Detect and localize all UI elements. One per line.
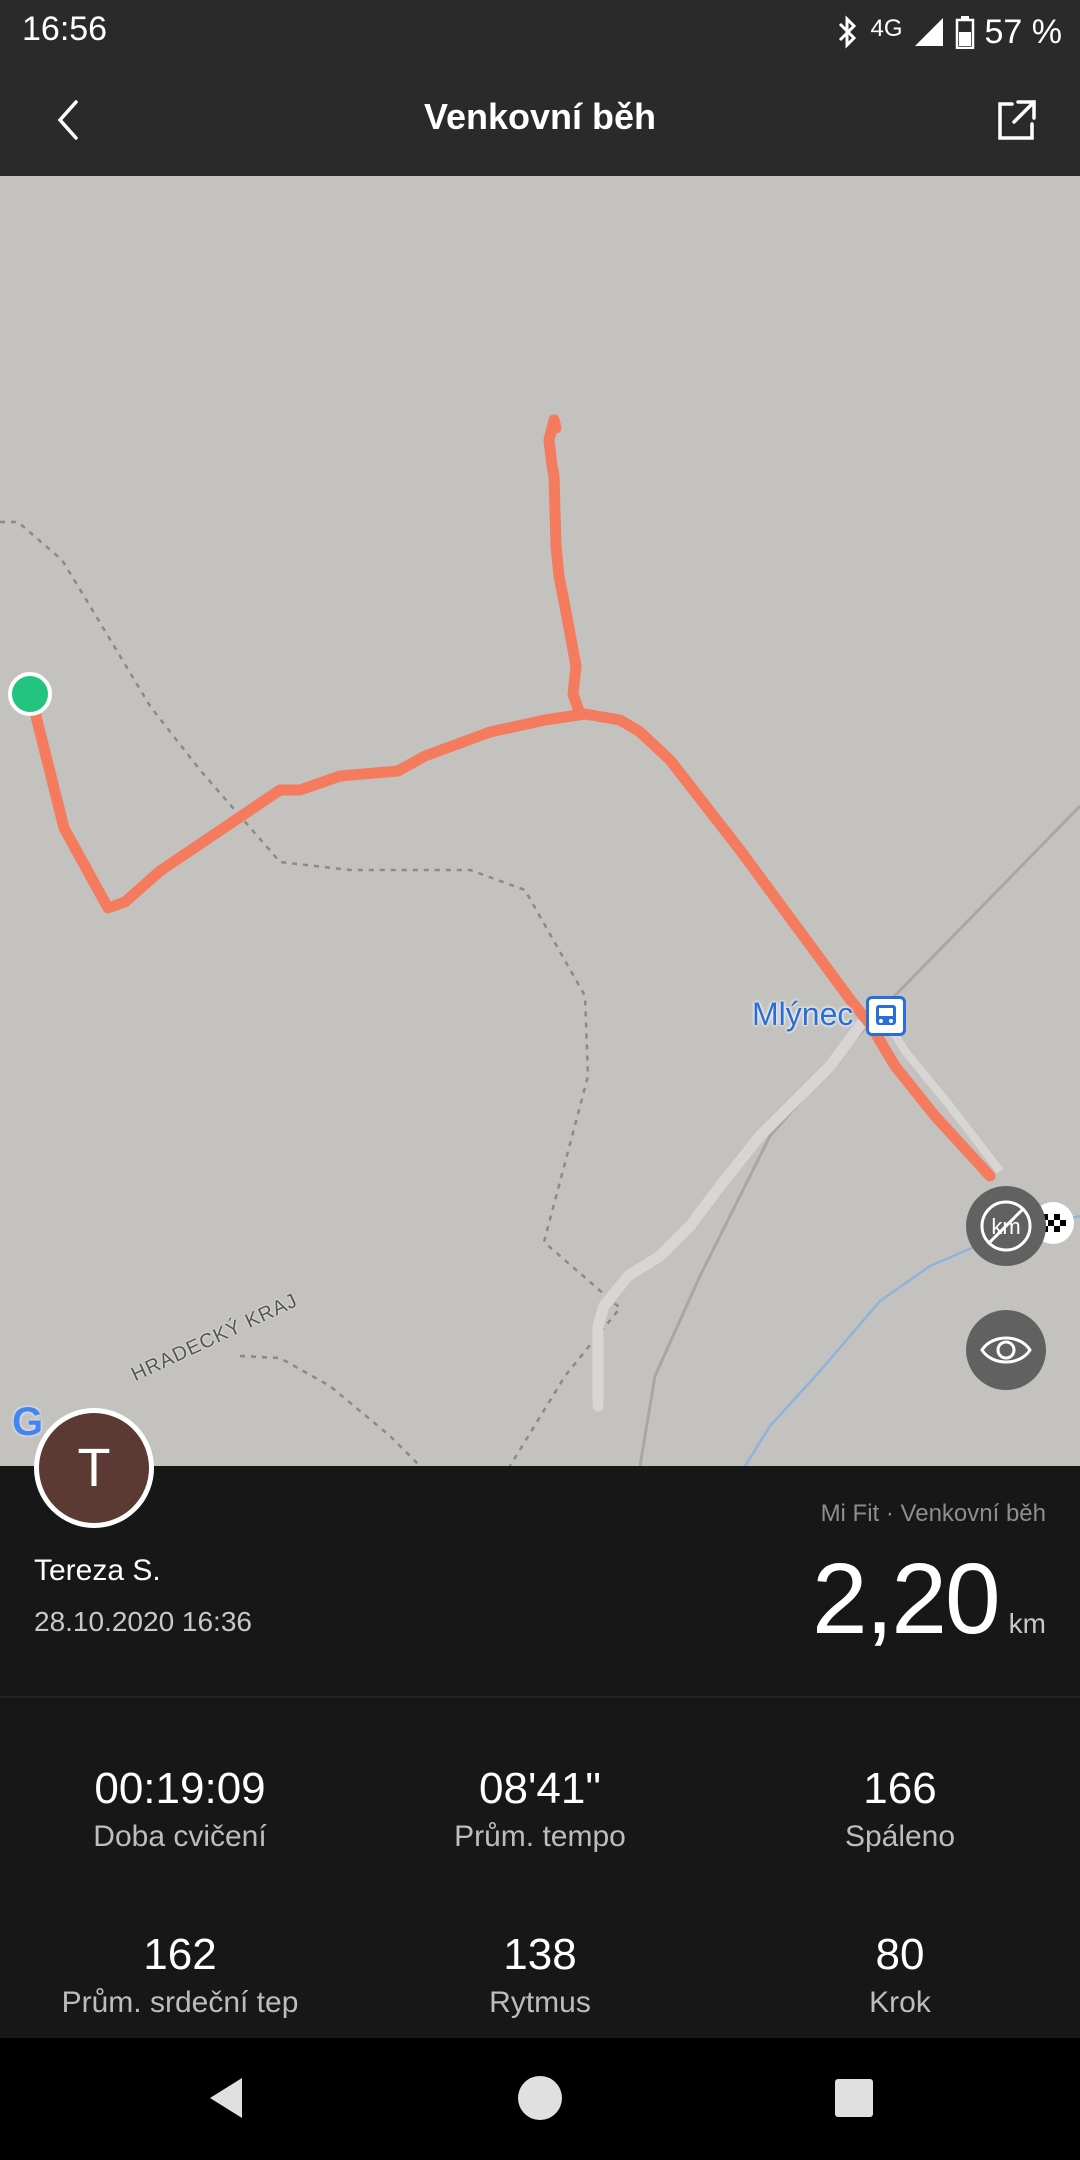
activity-summary: Tereza S. 28.10.2020 16:36 Mi Fit · Venk…	[0, 1466, 1080, 1696]
route-line	[24, 686, 996, 1182]
page-title: Venkovní běh	[423, 96, 657, 137]
bluetooth-icon	[839, 15, 857, 49]
stat-label: Doba cvičení	[93, 1820, 267, 1853]
nav-recents-button[interactable]	[824, 2068, 884, 2128]
route-line	[543, 414, 586, 720]
bus-stop-icon	[866, 996, 906, 1036]
nav-back-icon	[210, 2078, 242, 2118]
stat-value: 138	[503, 1930, 577, 1979]
share-button[interactable]	[988, 92, 1044, 148]
share-icon	[998, 100, 1036, 140]
stat-stride: 80 Krok	[720, 1930, 1080, 2020]
stat-label: Prům. tempo	[454, 1820, 626, 1853]
stat-label: Prům. srdeční tep	[61, 1986, 299, 2019]
place-label: Mlýnec	[752, 996, 854, 1032]
nav-back-button[interactable]	[196, 2068, 256, 2128]
visibility-toggle[interactable]	[966, 1310, 1046, 1390]
status-icons: 4G 57 %	[834, 10, 1062, 54]
stat-duration: 00:19:09 Doba cvičení	[0, 1764, 360, 1854]
stat-value: 80	[875, 1930, 925, 1979]
eye-icon	[980, 1336, 1032, 1364]
network-type: 4G	[870, 15, 903, 42]
battery-percent: 57 %	[984, 12, 1063, 51]
map-provider-logo: G	[12, 1400, 44, 1444]
distance-unit: km	[1008, 1608, 1046, 1639]
route-map[interactable]: Mlýnec HRADECKÝ KRAJ G km	[0, 176, 1080, 1466]
activity-source: Mi Fit · Venkovní běh	[820, 1500, 1046, 1527]
stat-pace: 08'41" Prům. tempo	[360, 1764, 720, 1854]
boundary-line	[239, 1354, 421, 1466]
activity-datetime: 28.10.2020 16:36	[34, 1606, 252, 1637]
map-canvas	[0, 414, 1080, 1466]
stat-label: Spáleno	[844, 1820, 956, 1853]
distance-value: 2,20	[812, 1543, 1001, 1655]
stat-cadence: 138 Rytmus	[360, 1930, 720, 2020]
start-marker	[8, 672, 52, 716]
status-bar: 16:56 4G 57 %	[0, 0, 1080, 64]
stat-value: 162	[143, 1930, 217, 1979]
system-nav-bar	[0, 2038, 1080, 2160]
km-markers-toggle[interactable]: km	[966, 1186, 1046, 1266]
stat-label: Rytmus	[489, 1986, 591, 2019]
boundary-line	[0, 520, 622, 1466]
battery-icon	[955, 16, 974, 49]
distance: 2,20 km	[812, 1542, 1046, 1657]
signal-icon	[914, 18, 943, 46]
stat-label: Krok	[869, 1986, 931, 2019]
nav-home-icon	[518, 2076, 562, 2120]
status-time: 16:56	[22, 10, 108, 48]
stat-value: 166	[863, 1764, 937, 1813]
stat-heart-rate: 162 Prům. srdeční tep	[0, 1930, 360, 2020]
app-bar: Venkovní běh	[0, 64, 1080, 176]
user-name: Tereza S.	[34, 1554, 161, 1587]
nav-home-button[interactable]	[510, 2068, 570, 2128]
stats-grid: 00:19:09 Doba cvičení 08'41" Prům. tempo…	[0, 1698, 1080, 2038]
nav-recents-icon	[835, 2079, 873, 2117]
stat-value: 08'41"	[479, 1764, 601, 1813]
km-off-icon: km	[980, 1200, 1032, 1252]
stat-value: 00:19:09	[94, 1764, 266, 1813]
stat-calories: 166 Spáleno	[720, 1764, 1080, 1854]
avatar[interactable]: T	[34, 1408, 154, 1528]
